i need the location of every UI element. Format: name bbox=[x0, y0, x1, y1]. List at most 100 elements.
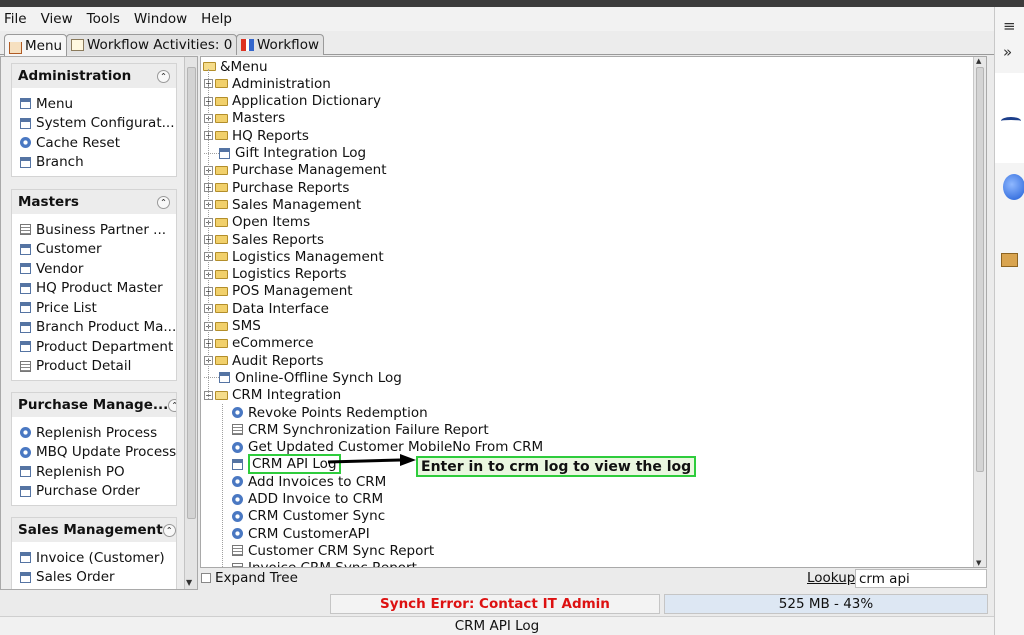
window-icon bbox=[20, 263, 31, 275]
expand-tree-checkbox[interactable] bbox=[201, 573, 211, 583]
tree-folder-crm-integration[interactable]: − CRM Integration bbox=[204, 387, 341, 404]
favorite-item[interactable]: Branch Product Ma... bbox=[12, 318, 176, 338]
collapse-icon[interactable]: ⌃ bbox=[157, 69, 170, 83]
report-icon bbox=[232, 562, 243, 567]
menu-view[interactable]: View bbox=[41, 11, 73, 27]
favorite-item[interactable]: Branch bbox=[12, 153, 176, 173]
favorite-item[interactable]: Sales Order bbox=[12, 568, 176, 588]
process-icon bbox=[232, 528, 243, 540]
tree-node[interactable]: CRM CustomerAPI bbox=[232, 525, 370, 542]
favorite-item[interactable]: HQ Product Master bbox=[12, 279, 176, 299]
tree-node-label: ADD Invoice to CRM bbox=[248, 491, 384, 507]
tree-node-crm-api-log[interactable]: CRM API Log bbox=[232, 454, 341, 475]
tree-node-label: Invoice CRM Sync Report bbox=[248, 560, 417, 567]
tree-folder[interactable]: + HQ Reports bbox=[204, 127, 309, 144]
tab-workflow[interactable]: Workflow bbox=[236, 34, 324, 55]
collapse-icon[interactable]: ⌃ bbox=[157, 195, 170, 209]
menu-file[interactable]: File bbox=[4, 11, 27, 27]
tree-scroll-thumb[interactable] bbox=[976, 67, 984, 472]
tree-folder[interactable]: + Purchase Management bbox=[204, 162, 387, 179]
collapse-icon[interactable]: ⌃ bbox=[162, 523, 176, 537]
tab-workflow-activities[interactable]: Workflow Activities: 0 bbox=[66, 34, 238, 55]
favorite-item[interactable]: Product Department bbox=[12, 337, 176, 357]
group-header[interactable]: Sales Management ⌃ bbox=[12, 518, 176, 542]
favorite-item-label: Branch bbox=[36, 154, 84, 171]
favorites-scrollbar[interactable]: ▼ bbox=[184, 57, 197, 589]
favorite-item[interactable]: Replenish PO bbox=[12, 462, 176, 482]
scroll-down-arrow-icon[interactable]: ▼ bbox=[186, 578, 192, 587]
tree-folder[interactable]: + Sales Reports bbox=[204, 231, 324, 248]
favorite-item[interactable]: Customer bbox=[12, 240, 176, 260]
favorite-item[interactable]: Business Partner ... bbox=[12, 220, 176, 240]
favorite-item[interactable]: MBQ Update Process bbox=[12, 443, 176, 463]
favorite-item[interactable]: System Configurat... bbox=[12, 114, 176, 134]
synch-error-status[interactable]: Synch Error: Contact IT Admin bbox=[330, 594, 660, 614]
tree-folder[interactable]: + Administration bbox=[204, 75, 331, 92]
favorite-item[interactable]: Price List bbox=[12, 298, 176, 318]
tree-folder[interactable]: + SMS bbox=[204, 318, 261, 335]
lookup-input[interactable] bbox=[855, 569, 987, 588]
tree-node[interactable]: CRM Synchronization Failure Report bbox=[232, 421, 489, 438]
expand-tree-toggle[interactable]: Expand Tree bbox=[201, 570, 298, 586]
collapse-icon[interactable]: ⌃ bbox=[168, 398, 176, 412]
tree-node[interactable]: Customer CRM Sync Report bbox=[232, 542, 434, 559]
tree-node-label: Data Interface bbox=[232, 300, 329, 317]
globe-icon[interactable] bbox=[1003, 174, 1024, 200]
favorite-item-label: Cache Reset bbox=[36, 134, 120, 151]
favorite-item[interactable]: Menu bbox=[12, 94, 176, 114]
tree-node-label: Application Dictionary bbox=[232, 93, 381, 110]
tree-folder[interactable]: + Logistics Management bbox=[204, 248, 384, 265]
tree-folder[interactable]: + Purchase Reports bbox=[204, 179, 349, 196]
group-header[interactable]: Masters ⌃ bbox=[12, 190, 176, 214]
scroll-up-arrow-icon[interactable]: ▲ bbox=[976, 57, 981, 65]
tree-folder[interactable]: + Application Dictionary bbox=[204, 93, 381, 110]
window-icon bbox=[20, 485, 31, 497]
group-items: Menu System Configurat... Cache Reset Branc… bbox=[12, 88, 176, 176]
tree-folder[interactable]: + Logistics Reports bbox=[204, 266, 346, 283]
tree-scrollbar[interactable]: ▲ ▼ bbox=[973, 57, 986, 567]
menu-help[interactable]: Help bbox=[201, 11, 232, 27]
tree-folder[interactable]: + POS Management bbox=[204, 283, 353, 300]
tree-folder[interactable]: + Audit Reports bbox=[204, 352, 323, 369]
tree-folder[interactable]: + eCommerce bbox=[204, 335, 314, 352]
favorite-item[interactable]: Product Detail bbox=[12, 357, 176, 377]
tree-node[interactable]: CRM Customer Sync bbox=[232, 508, 385, 525]
home-icon bbox=[9, 41, 22, 54]
tree-connector bbox=[204, 152, 219, 154]
double-chevron-icon[interactable]: » bbox=[1003, 43, 1012, 61]
menu-window[interactable]: Window bbox=[134, 11, 187, 27]
tree-node-label: eCommerce bbox=[232, 335, 314, 352]
package-icon[interactable] bbox=[1001, 253, 1018, 267]
tree-node-label: Logistics Management bbox=[232, 248, 384, 265]
tree-node[interactable]: Add Invoices to CRM bbox=[232, 473, 386, 490]
favorite-item-label: Customer bbox=[36, 241, 102, 258]
favorite-item[interactable]: Replenish Process bbox=[12, 423, 176, 443]
window-icon bbox=[20, 552, 31, 564]
tree-node[interactable]: Online-Offline Synch Log bbox=[204, 369, 402, 386]
tree-root[interactable]: &Menu bbox=[203, 58, 268, 75]
tree-folder[interactable]: + Data Interface bbox=[204, 300, 329, 317]
tree-node[interactable]: Gift Integration Log bbox=[204, 145, 366, 162]
tab-menu[interactable]: Menu bbox=[4, 34, 68, 56]
group-header[interactable]: Administration ⌃ bbox=[12, 64, 176, 88]
group-header[interactable]: Purchase Manage...⌃ bbox=[12, 393, 176, 417]
tree-node-label: POS Management bbox=[232, 283, 353, 300]
hamburger-icon[interactable]: ≡ bbox=[1003, 17, 1016, 35]
tree-folder[interactable]: + Open Items bbox=[204, 214, 310, 231]
favorite-item[interactable]: Purchase Order bbox=[12, 482, 176, 502]
tree-connector bbox=[204, 377, 219, 379]
favorites-scroll-thumb[interactable] bbox=[187, 67, 196, 519]
tree-folder[interactable]: + Masters bbox=[204, 110, 285, 127]
tree-folder[interactable]: + Sales Management bbox=[204, 196, 361, 213]
favorite-item[interactable]: Invoice (Customer) bbox=[12, 548, 176, 568]
swoosh-icon bbox=[1001, 117, 1021, 125]
tree-node[interactable]: Invoice CRM Sync Report bbox=[232, 560, 417, 567]
favorite-item[interactable]: Cache Reset bbox=[12, 133, 176, 153]
lookup-label: Lookup bbox=[807, 570, 856, 586]
menu-tools[interactable]: Tools bbox=[87, 11, 120, 27]
scroll-down-arrow-icon[interactable]: ▼ bbox=[976, 559, 981, 567]
tree-node[interactable]: ADD Invoice to CRM bbox=[232, 491, 383, 508]
tree-node[interactable]: Revoke Points Redemption bbox=[232, 404, 428, 421]
folder-icon bbox=[215, 321, 228, 331]
favorite-item[interactable]: Vendor bbox=[12, 259, 176, 279]
